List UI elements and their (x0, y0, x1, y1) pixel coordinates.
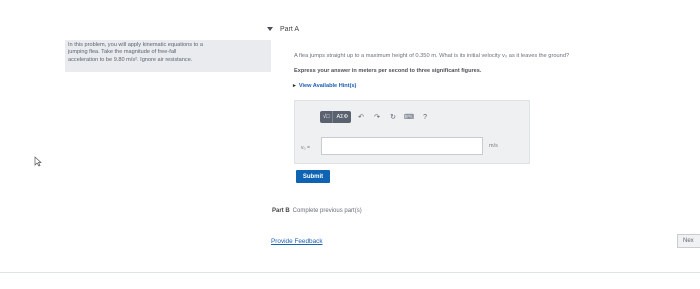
unit-label: m/s (489, 143, 498, 149)
mouse-cursor-icon (34, 156, 42, 167)
submit-button[interactable]: Submit (296, 170, 330, 183)
symbols-button[interactable]: AΣΦ (333, 111, 351, 123)
problem-intro: In this problem, you will apply kinemati… (65, 40, 271, 72)
part-a-question: A flea jumps straight up to a maximum he… (294, 53, 570, 59)
math-toolbar: √□ AΣΦ ↶ ↷ ↻ ⌨ ? (320, 111, 435, 123)
redo-icon[interactable]: ↷ (371, 111, 383, 123)
intro-line-1: In this problem, you will apply kinemati… (68, 42, 203, 48)
templates-button[interactable]: √□ (320, 111, 334, 123)
intro-line-3: acceleration to be 9.80 m/s². Ignore air… (68, 56, 193, 63)
part-b-header[interactable]: Part B Complete previous part(s) (272, 208, 362, 214)
intro-line-2: jumping flea. Take the magnitude of free… (68, 49, 177, 56)
provide-feedback-link[interactable]: Provide Feedback (271, 238, 323, 245)
part-a-instruction: Express your answer in meters per second… (294, 68, 482, 74)
help-icon[interactable]: ? (419, 111, 431, 123)
collapse-chevron-icon[interactable] (267, 27, 273, 32)
variable-label: v₀ = (301, 145, 310, 151)
template-group: √□ AΣΦ (320, 111, 352, 123)
hints-label: View Available Hint(s) (298, 83, 357, 89)
part-b-title: Part B (272, 208, 290, 214)
page-divider (0, 272, 700, 273)
undo-icon[interactable]: ↶ (355, 111, 367, 123)
expand-triangle-icon: ▸ (293, 83, 296, 89)
answer-input[interactable] (321, 137, 483, 155)
part-b-status: Complete previous part(s) (292, 208, 362, 214)
next-button[interactable]: Nex (677, 234, 700, 248)
view-hints-link[interactable]: ▸ View Available Hint(s) (293, 83, 356, 89)
answer-area: √□ AΣΦ ↶ ↷ ↻ ⌨ ? v₀ = m/s (294, 100, 530, 164)
part-a-title[interactable]: Part A (280, 26, 299, 33)
reset-icon[interactable]: ↻ (387, 111, 399, 123)
keyboard-icon[interactable]: ⌨ (403, 111, 415, 123)
